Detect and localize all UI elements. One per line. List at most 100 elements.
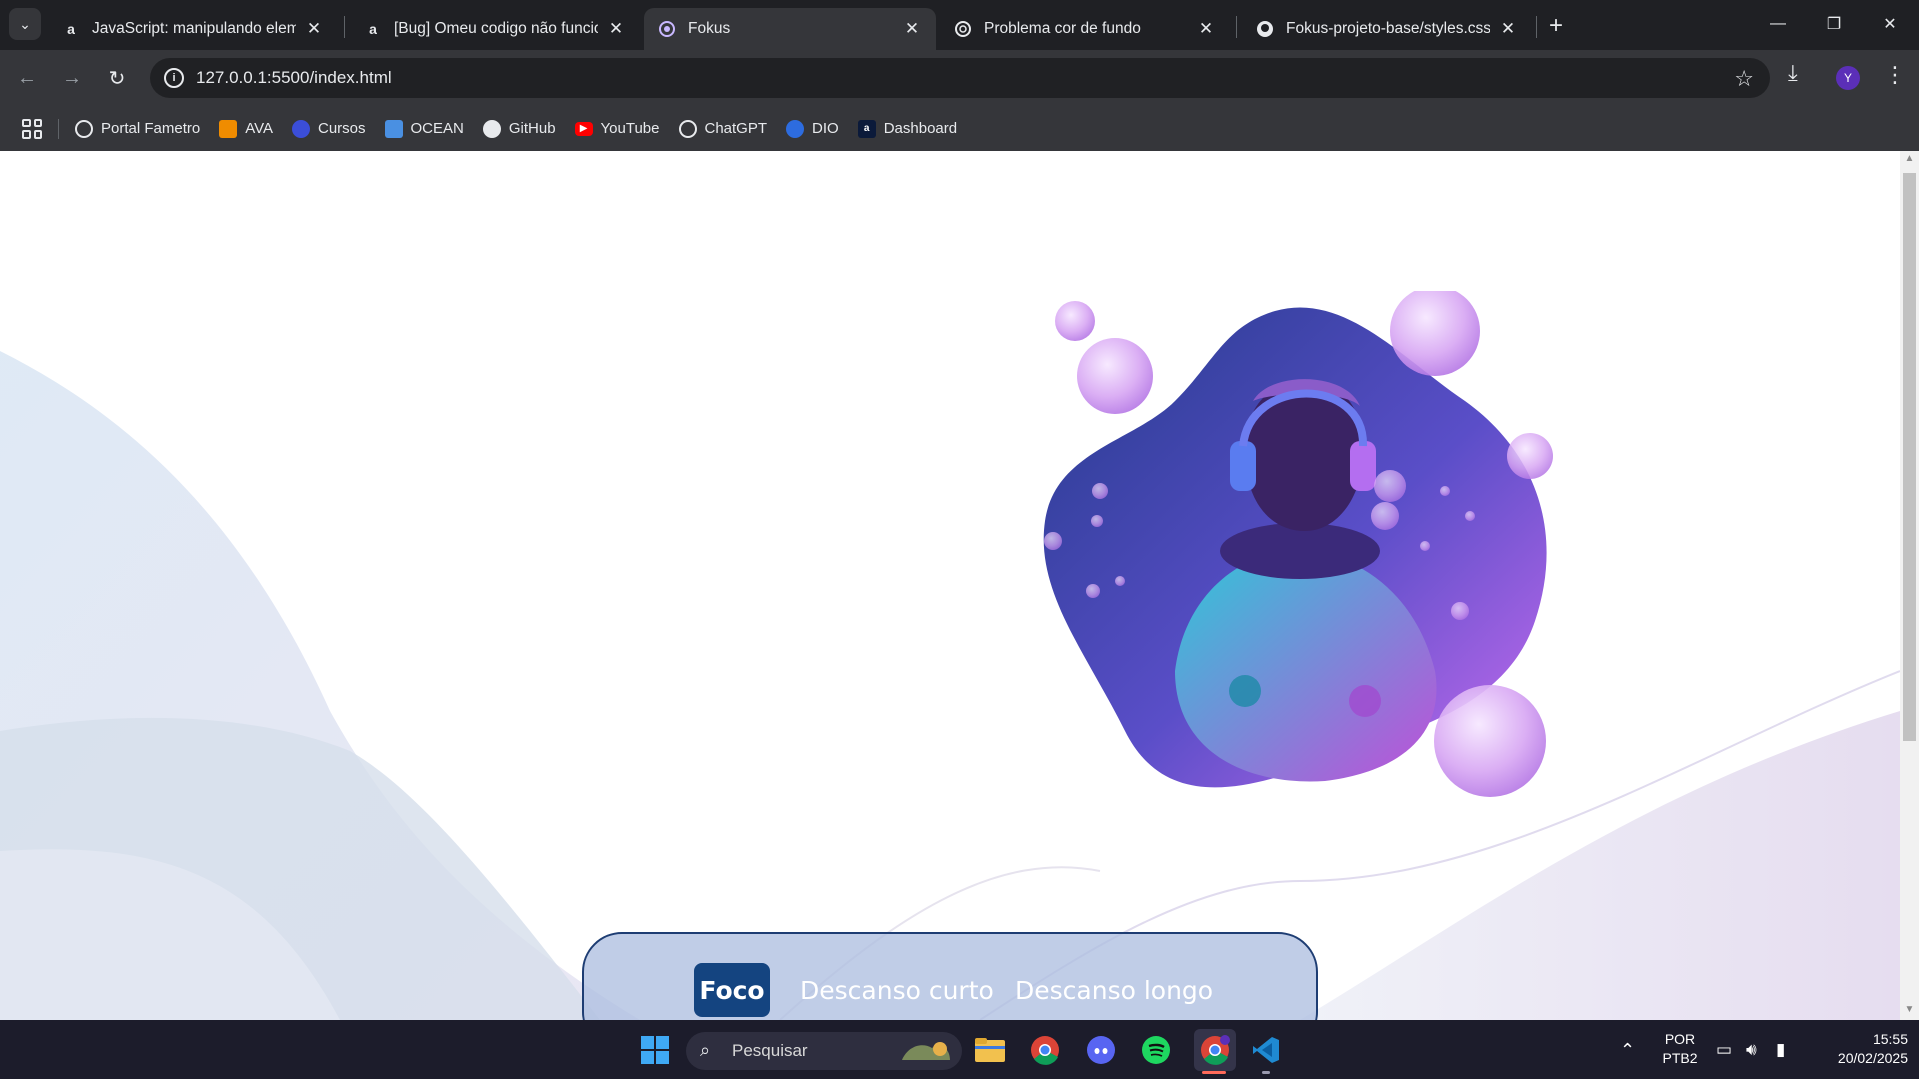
tab-title: Fokus-projeto-base/styles.css a (1286, 20, 1490, 37)
tab-fokus[interactable]: Fokus ✕ (644, 8, 936, 50)
alura-icon: a (857, 119, 876, 138)
scrollbar-thumb[interactable] (1903, 173, 1916, 741)
alura-icon: a (369, 21, 377, 37)
battery-icon[interactable]: ▮ (1776, 1040, 1785, 1060)
tab-problema[interactable]: Problema cor de fundo ✕ (940, 8, 1230, 50)
search-icon: ⌕ (700, 1040, 711, 1060)
close-icon: ✕ (1883, 16, 1897, 33)
chrome-profile-icon[interactable] (1194, 1029, 1236, 1071)
page-viewport (0, 151, 1900, 1020)
background-waves (0, 351, 1900, 1020)
back-button[interactable]: ← (9, 60, 45, 96)
url-text[interactable]: 127.0.0.1:5500/index.html (196, 68, 392, 88)
bookmark-label: YouTube (600, 120, 660, 137)
clock-time: 15:55 (1872, 1031, 1908, 1047)
chevron-down-icon: ⌄ (19, 15, 31, 32)
minimize-icon: — (1770, 15, 1786, 32)
search-placeholder: Pesquisar (732, 1041, 808, 1060)
keyboard-layout: PTB2 (1662, 1050, 1698, 1066)
language-code: POR (1664, 1031, 1696, 1047)
youtube-icon: ▶ (574, 121, 593, 136)
close-icon[interactable]: ✕ (304, 19, 324, 39)
vscode-icon[interactable] (1249, 1033, 1283, 1067)
globe-icon (75, 119, 93, 138)
new-tab-button[interactable]: + (1542, 12, 1570, 40)
bookmark-label: Portal Fametro (101, 120, 201, 137)
reload-button[interactable]: ↻ (99, 60, 135, 96)
running-app-indicator (1262, 1071, 1270, 1074)
bookmark-label: OCEAN (410, 120, 464, 137)
scroll-up-icon[interactable]: ▲ (1904, 153, 1915, 164)
bookmark-github[interactable]: GitHub (482, 119, 556, 138)
arrow-right-icon: → (62, 66, 82, 89)
tab-title: JavaScript: manipulando elemen (92, 20, 296, 37)
tab-title: Problema cor de fundo (984, 20, 1141, 37)
close-icon[interactable]: ✕ (606, 19, 626, 39)
avatar[interactable]: Y (1836, 66, 1860, 90)
bookmark-ava[interactable]: AVA (219, 119, 273, 138)
search-highlight-icon (898, 1038, 954, 1064)
close-icon[interactable]: ✕ (1196, 19, 1216, 39)
bookmark-label: DIO (812, 120, 839, 137)
cursos-icon (292, 119, 310, 138)
taskbar-search[interactable]: ⌕ Pesquisar (686, 1032, 962, 1070)
bookmark-label: GitHub (508, 120, 556, 137)
minimize-button[interactable]: — (1750, 8, 1806, 40)
bookmark-cursos[interactable]: Cursos (292, 119, 366, 138)
browser-toolbar: ← → ↻ i 127.0.0.1:5500/index.html ☆ (0, 50, 1919, 106)
plus-icon: + (1548, 12, 1563, 39)
bookmark-chatgpt[interactable]: ChatGPT (678, 119, 767, 138)
bookmarks-bar: Portal Fametro AVA Cursos OCEAN GitHub ▶… (0, 106, 1919, 151)
short-break-button[interactable]: Descanso curto (800, 963, 994, 1017)
reload-icon: ↻ (108, 67, 126, 90)
chrome-icon[interactable] (1028, 1033, 1062, 1067)
restore-icon: ❐ (1826, 16, 1842, 33)
tab-bug[interactable]: a [Bug] Omeu codigo não funcion ✕ (350, 8, 640, 50)
alura-icon: a (67, 21, 75, 37)
active-app-indicator (1202, 1071, 1226, 1074)
scroll-down-icon[interactable]: ▼ (1904, 1004, 1915, 1015)
tab-javascript[interactable]: a JavaScript: manipulando elemen ✕ (48, 8, 338, 50)
focus-mode-button[interactable]: Foco (694, 963, 770, 1017)
bookmark-dashboard[interactable]: a Dashboard (857, 119, 957, 138)
bookmarks-divider (58, 118, 59, 139)
spotify-icon[interactable] (1139, 1033, 1173, 1067)
clock[interactable]: 15:55 20/02/2025 (1808, 1031, 1908, 1066)
tab-strip: ⌄ a JavaScript: manipulando elemen ✕ a [… (0, 0, 1919, 50)
language-indicator[interactable]: POR PTB2 (1656, 1031, 1704, 1066)
file-explorer-icon[interactable] (973, 1033, 1007, 1067)
ava-icon (219, 119, 238, 138)
close-icon[interactable]: ✕ (1498, 19, 1518, 39)
site-info-icon[interactable]: i (164, 68, 184, 88)
forward-button[interactable]: → (54, 60, 90, 96)
clock-date: 20/02/2025 (1837, 1050, 1908, 1066)
hero-illustration (1043, 291, 1553, 797)
tab-divider (344, 16, 345, 38)
close-window-button[interactable]: ✕ (1862, 8, 1918, 40)
windows-start-icon[interactable] (638, 1033, 672, 1067)
long-break-button[interactable]: Descanso longo (1015, 963, 1213, 1017)
download-icon[interactable]: ⤓ (1788, 60, 1798, 86)
bookmark-label: Cursos (318, 120, 366, 137)
bookmark-youtube[interactable]: ▶ YouTube (574, 120, 660, 137)
tab-divider (1236, 16, 1237, 38)
star-icon[interactable]: ☆ (1734, 66, 1754, 92)
chevron-up-icon[interactable]: ⌃ (1620, 1040, 1635, 1061)
tab-divider (1536, 16, 1537, 38)
discord-icon[interactable] (1084, 1033, 1118, 1067)
close-icon[interactable]: ✕ (902, 19, 922, 39)
github-icon (482, 119, 501, 138)
tab-github[interactable]: Fokus-projeto-base/styles.css a ✕ (1242, 8, 1532, 50)
volume-icon[interactable]: 🔊︎ (1746, 1040, 1757, 1060)
bookmark-portal-fametro[interactable]: Portal Fametro (75, 119, 201, 138)
tab-title: Fokus (688, 20, 731, 37)
tab-search-button[interactable]: ⌄ (9, 8, 41, 40)
apps-grid-icon[interactable] (22, 118, 42, 139)
address-bar[interactable]: i 127.0.0.1:5500/index.html ☆ (150, 58, 1770, 98)
network-icon[interactable]: ▭ (1716, 1040, 1732, 1060)
bookmark-label: AVA (245, 120, 273, 137)
bookmark-ocean[interactable]: OCEAN (384, 119, 464, 138)
menu-icon[interactable]: ⋮ (1884, 62, 1906, 88)
bookmark-dio[interactable]: DIO (786, 119, 839, 138)
restore-button[interactable]: ❐ (1806, 8, 1862, 40)
